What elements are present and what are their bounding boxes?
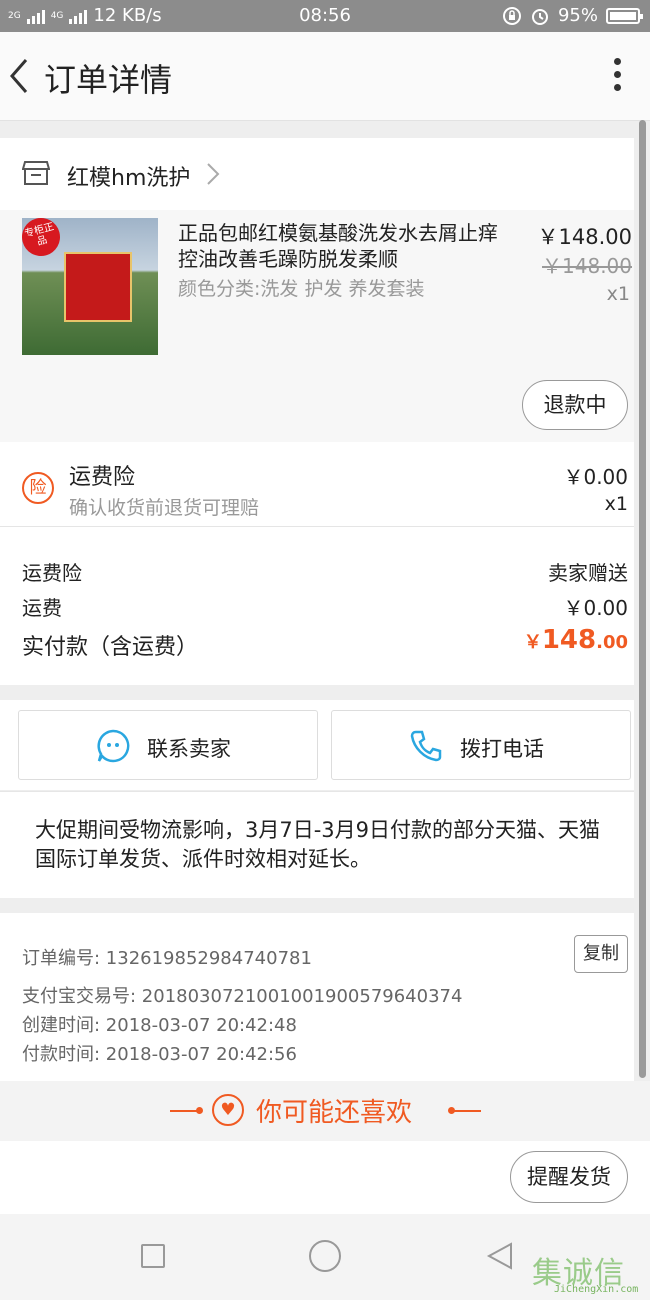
totals-shipping-value: ￥0.00 bbox=[563, 596, 628, 620]
page-title: 订单详情 bbox=[44, 61, 173, 99]
created-time: 创建时间: 2018-03-07 20:42:48 bbox=[22, 1015, 297, 1036]
paid-time: 付款时间: 2018-03-07 20:42:56 bbox=[22, 1044, 297, 1065]
shop-icon bbox=[22, 161, 50, 185]
paid-currency: ￥ bbox=[523, 632, 542, 653]
logistics-notice: 大促期间受物流影响，3月7日-3月9日付款的部分天猫、天猫国际订单发货、派件时效… bbox=[0, 791, 634, 898]
refund-status-button[interactable]: 退款中 bbox=[522, 380, 628, 430]
insurance-quantity: x1 bbox=[604, 493, 628, 515]
heart-icon: ♥ bbox=[212, 1094, 244, 1126]
call-phone-button[interactable]: 拨打电话 bbox=[331, 710, 631, 780]
contact-seller-label: 联系卖家 bbox=[147, 737, 231, 761]
insurance-title: 运费险 bbox=[69, 465, 136, 490]
recommend-label: 你可能还喜欢 bbox=[256, 1098, 413, 1128]
battery-percent: 95% bbox=[557, 5, 598, 26]
copy-order-button[interactable]: 复制 bbox=[574, 935, 628, 973]
product-badge: 专柜正品 bbox=[22, 218, 65, 261]
totals-insurance-value: 卖家赠送 bbox=[548, 561, 628, 585]
product-price: ￥148.00 bbox=[537, 225, 632, 249]
alipay-number: 支付宝交易号: 2018030721001001900579640374 bbox=[22, 986, 463, 1007]
call-phone-label: 拨打电话 bbox=[460, 737, 544, 761]
contact-row: 联系卖家 拨打电话 bbox=[0, 700, 634, 790]
alarm-icon bbox=[531, 8, 548, 25]
order-info: 订单编号: 1326198529847407​81 复制 支付宝交易号: 201… bbox=[0, 913, 634, 1081]
scrollbar[interactable] bbox=[639, 120, 646, 1078]
product-original-price: ￥148.00 bbox=[542, 254, 632, 278]
paid-decimal: .00 bbox=[596, 632, 628, 653]
order-totals: 运费险 卖家赠送 运费 ￥0.00 实付款（含运费） ￥148.00 bbox=[0, 527, 634, 685]
totals-insurance-label: 运费险 bbox=[22, 561, 82, 585]
watermark-logo: 集诚信 JiChengXin.com bbox=[532, 1248, 650, 1300]
product-item[interactable]: 专柜正品 正品包邮红模氨基酸洗发水去屑止痒控油改善毛躁防脱发柔顺 颜色分类:洗发… bbox=[0, 210, 634, 442]
back-triangle-icon[interactable] bbox=[485, 1240, 517, 1272]
product-thumbnail[interactable]: 专柜正品 bbox=[22, 218, 158, 355]
product-quantity: x1 bbox=[606, 283, 630, 305]
chat-bubble-icon bbox=[97, 729, 130, 763]
product-box-image bbox=[64, 252, 132, 322]
notice-text: 大促期间受物流影响，3月7日-3月9日付款的部分天猫、天猫国际订单发货、派件时效… bbox=[35, 818, 601, 871]
totals-paid-label: 实付款（含运费） bbox=[22, 635, 199, 660]
product-name: 正品包邮红模氨基酸洗发水去屑止痒控油改善毛躁防脱发柔顺 bbox=[178, 221, 498, 271]
status-right: 95% bbox=[502, 5, 643, 26]
totals-shipping-label: 运费 bbox=[22, 596, 62, 620]
back-arrow-icon[interactable] bbox=[6, 54, 36, 98]
chevron-right-icon bbox=[207, 163, 220, 185]
divider-right bbox=[448, 1107, 481, 1114]
totals-paid-amount: ￥148.00 bbox=[524, 625, 628, 655]
totals-shipping-row: 运费 ￥0.00 bbox=[22, 592, 628, 621]
paid-integer: 148 bbox=[541, 625, 597, 655]
more-menu-icon[interactable] bbox=[612, 58, 622, 98]
insurance-price: ￥0.00 bbox=[563, 465, 628, 489]
nav-bar: 订单详情 bbox=[0, 32, 650, 121]
phone-icon bbox=[410, 730, 442, 762]
insurance-icon: 险 bbox=[22, 472, 54, 504]
order-number: 订单编号: 1326198529847407​81 bbox=[22, 948, 312, 969]
home-icon[interactable] bbox=[309, 1240, 341, 1272]
totals-insurance-row: 运费险 卖家赠送 bbox=[22, 557, 628, 586]
rotation-lock-icon bbox=[502, 6, 521, 25]
battery-icon bbox=[606, 7, 643, 24]
shop-row[interactable]: 红模hm洗护 bbox=[0, 138, 634, 210]
remind-ship-button[interactable]: 提醒发货 bbox=[510, 1151, 628, 1203]
status-bar: 2G 4G 12 KB/s 08:56 95% bbox=[0, 0, 650, 32]
recent-apps-icon[interactable] bbox=[141, 1244, 165, 1268]
insurance-subtitle: 确认收货前退货可理赔 bbox=[69, 497, 260, 519]
product-variant: 颜色分类:洗发 护发 养发套装 bbox=[178, 278, 425, 300]
shop-name: 红模hm洗护 bbox=[67, 166, 191, 191]
totals-paid-row: 实付款（含运费） ￥148.00 bbox=[22, 625, 628, 661]
bottom-action-bar: 提醒发货 bbox=[0, 1141, 650, 1214]
recommend-divider: ♥ 你可能还喜欢 bbox=[0, 1081, 650, 1141]
watermark-url: JiChengXin.com bbox=[554, 1284, 639, 1295]
shipping-insurance-row: 险 运费险 确认收货前退货可理赔 ￥0.00 x1 bbox=[0, 442, 634, 527]
contact-seller-button[interactable]: 联系卖家 bbox=[18, 710, 318, 780]
divider-left bbox=[170, 1107, 203, 1114]
